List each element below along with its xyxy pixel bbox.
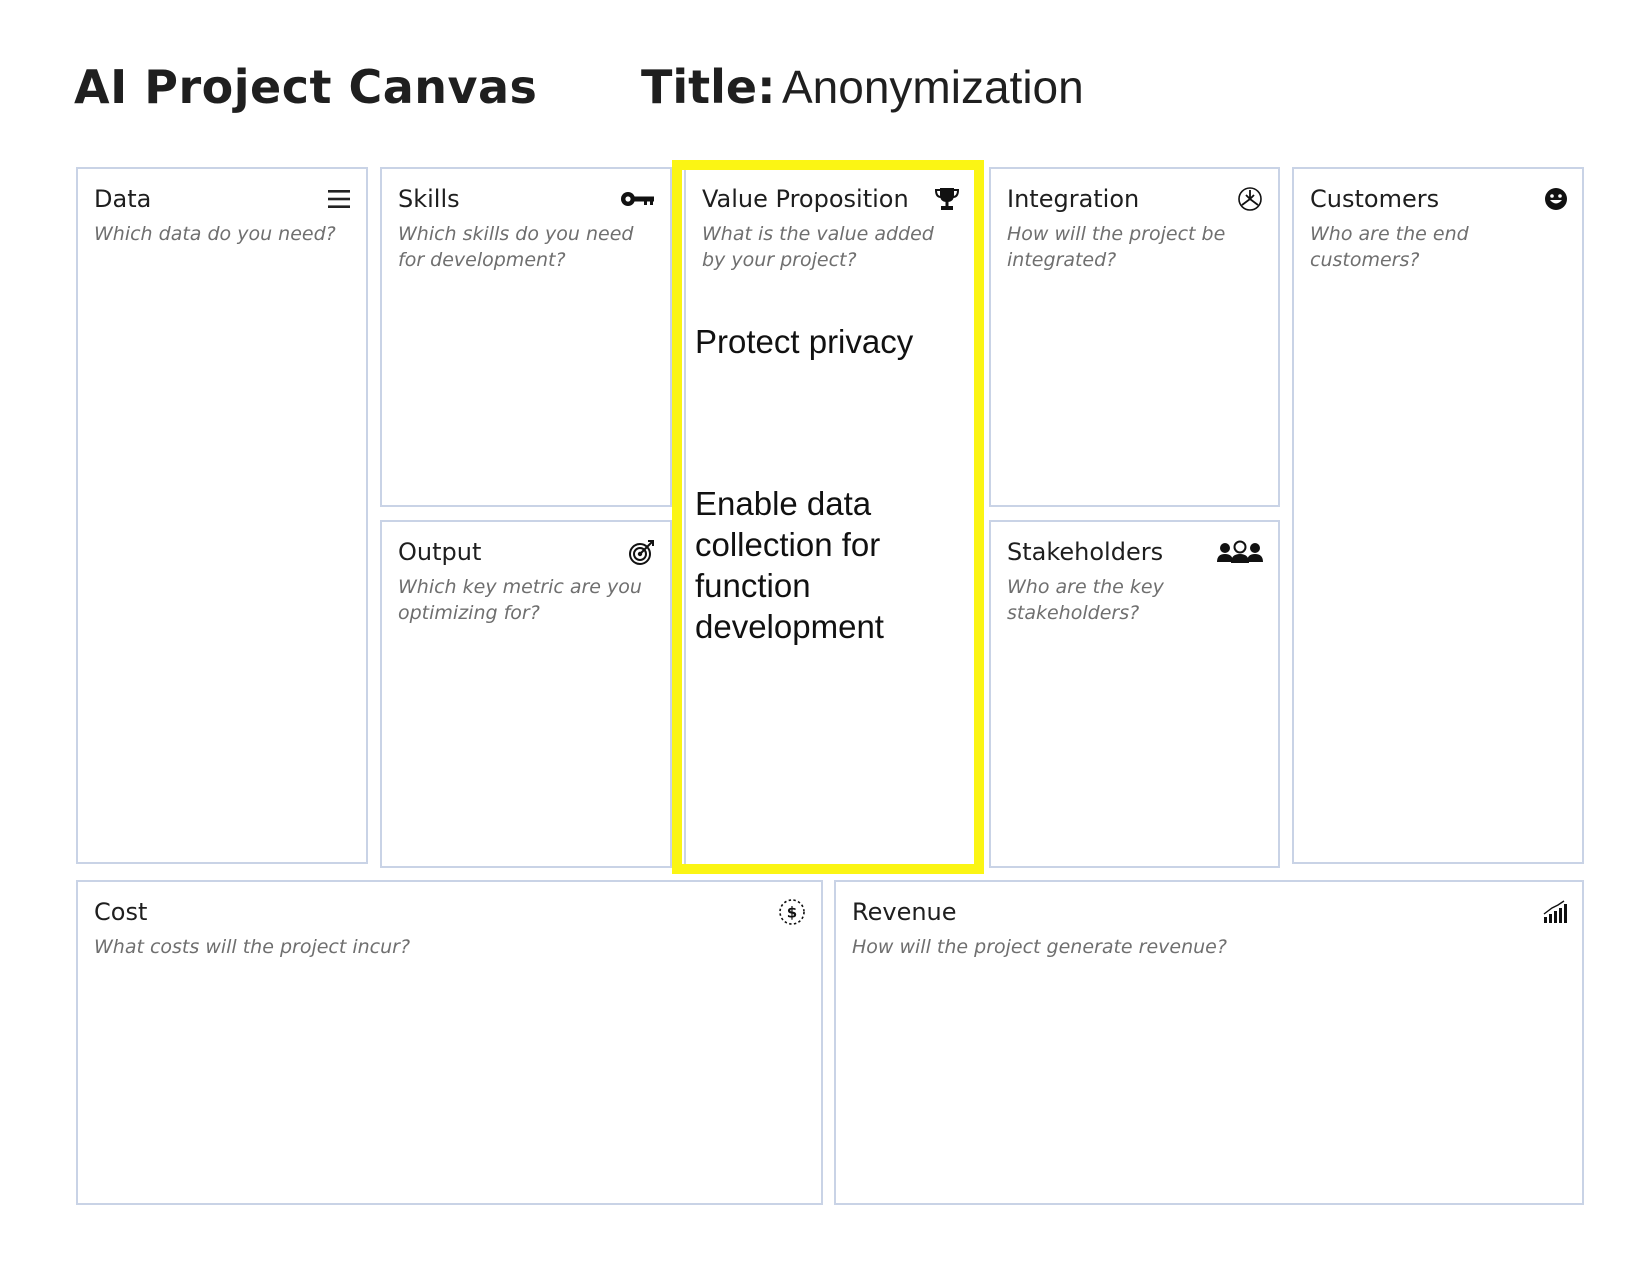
integration-prompt: How will the project be integrated? [1007, 223, 1226, 271]
list-icon [320, 185, 352, 213]
data-prompt: Which data do you need? [94, 223, 336, 245]
skills-box[interactable]: Skills Which skills do you need for deve… [380, 167, 672, 507]
output-box[interactable]: Output Which key metric are you optimizi… [380, 520, 672, 868]
stakeholders-box[interactable]: Stakeholders Who are the key stakeholder… [989, 520, 1280, 868]
smiley-icon [1536, 185, 1568, 213]
data-box[interactable]: Data Which data do you need? [76, 167, 368, 864]
customers-prompt: Who are the end customers? [1310, 223, 1469, 271]
trophy-icon [928, 185, 960, 213]
project-title-value[interactable]: Anonymization [782, 62, 1084, 113]
integration-box[interactable]: Integration How will the project be inte… [989, 167, 1280, 507]
revenue-box[interactable]: Revenue How will the project generate re… [834, 880, 1584, 1205]
key-icon [620, 185, 656, 213]
output-prompt: Which key metric are you optimizing for? [398, 576, 642, 624]
integration-title: Integration [1007, 185, 1140, 213]
customers-box[interactable]: Customers Who are the end customers? [1292, 167, 1584, 864]
skills-prompt: Which skills do you need for development… [398, 223, 634, 271]
bar-chart-icon [1536, 898, 1568, 926]
integration-icon [1232, 185, 1264, 213]
canvas-title: AI Project Canvas [74, 60, 538, 114]
output-title: Output [398, 538, 482, 566]
cost-box[interactable]: Cost $ What costs will the project incur… [76, 880, 823, 1205]
stakeholders-prompt: Who are the key stakeholders? [1007, 576, 1164, 624]
data-title: Data [94, 185, 152, 213]
revenue-prompt: How will the project generate revenue? [852, 936, 1227, 958]
value-proposition-title: Value Proposition [702, 185, 909, 213]
value-note-1[interactable]: Protect privacy [695, 321, 965, 362]
stakeholders-title: Stakeholders [1007, 538, 1164, 566]
target-icon [624, 538, 656, 566]
title-label: Title: [641, 60, 776, 114]
dollar-icon: $ [775, 898, 807, 926]
cost-title: Cost [94, 898, 148, 926]
value-proposition-prompt: What is the value added by your project? [702, 223, 934, 271]
revenue-title: Revenue [852, 898, 957, 926]
skills-title: Skills [398, 185, 460, 213]
svg-text:$: $ [787, 904, 797, 922]
people-icon [1216, 538, 1264, 566]
cost-prompt: What costs will the project incur? [94, 936, 411, 958]
value-proposition-box[interactable]: Value Proposition What is the value adde… [684, 167, 976, 866]
customers-title: Customers [1310, 185, 1440, 213]
value-note-2[interactable]: Enable data collection for function deve… [695, 483, 935, 647]
